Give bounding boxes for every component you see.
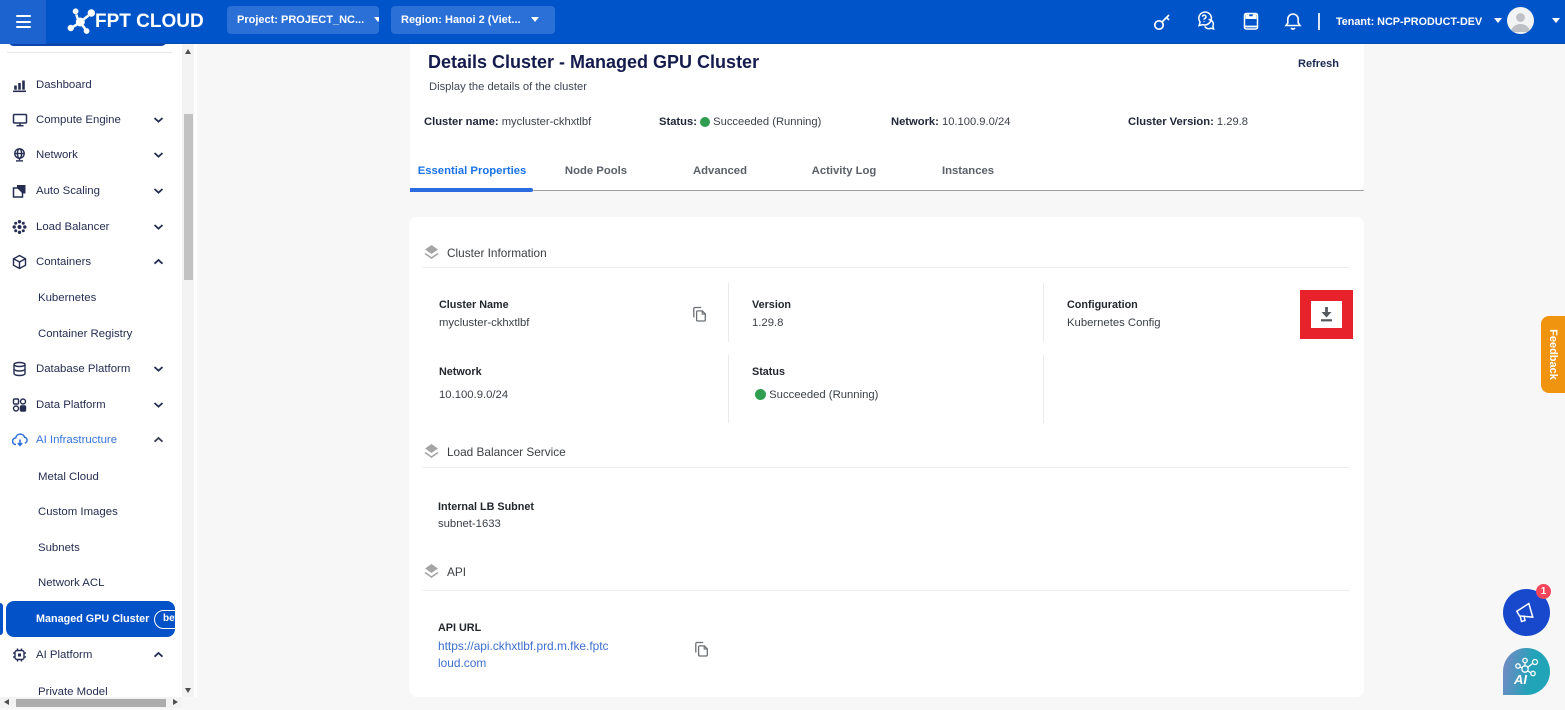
svg-text:AI: AI bbox=[1513, 672, 1527, 687]
